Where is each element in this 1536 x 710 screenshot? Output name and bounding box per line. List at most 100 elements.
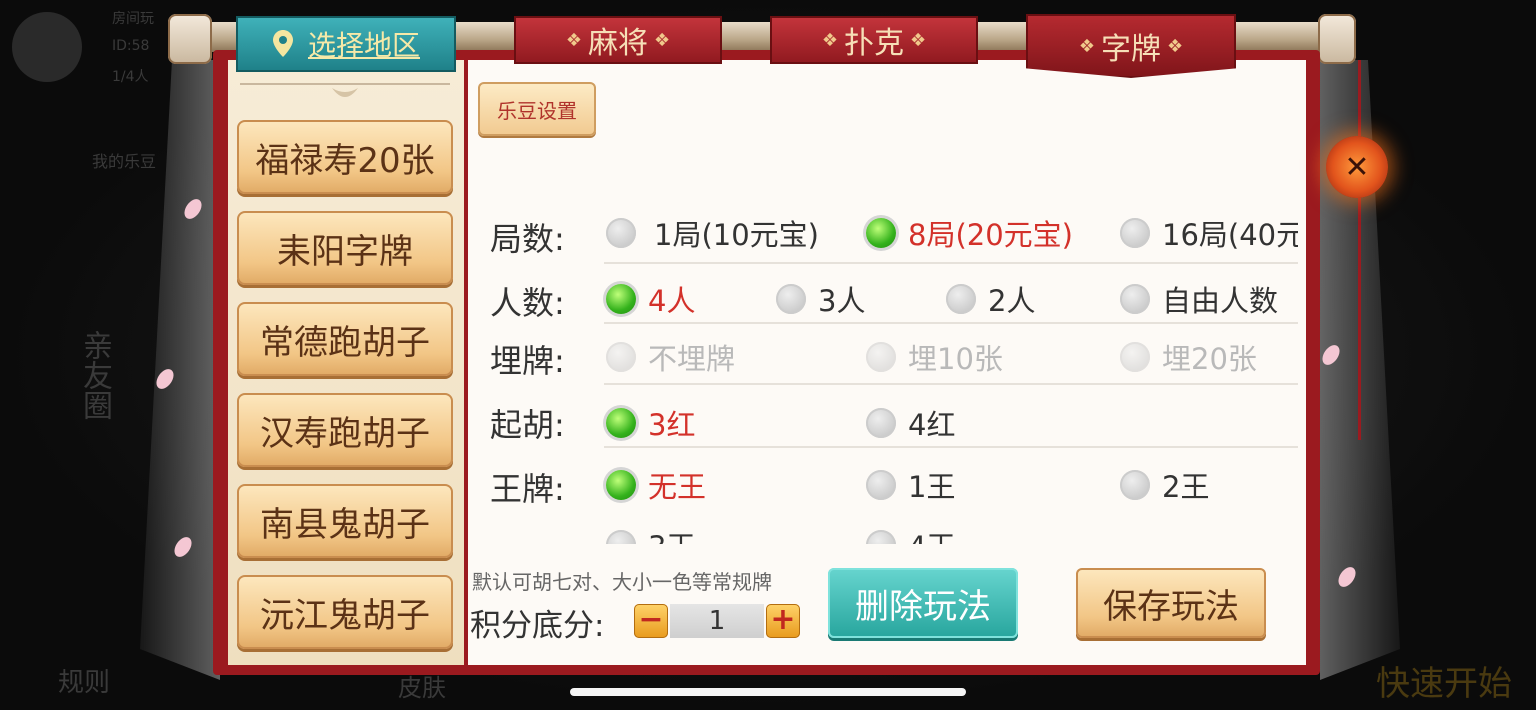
radio-checked-icon — [866, 218, 896, 248]
bg-back-button — [12, 12, 82, 82]
row-separator — [604, 383, 1298, 385]
radio-icon — [606, 218, 636, 248]
radio-checked-icon — [606, 284, 636, 314]
radio-checked-icon — [606, 408, 636, 438]
bg-circle-text: 亲友圈 — [77, 330, 112, 420]
king-option-1[interactable]: 1王 — [866, 464, 955, 506]
players-option-2[interactable]: 2人 — [946, 278, 1035, 320]
bury-option-none[interactable]: 不埋牌 — [606, 336, 735, 378]
divider-ornament — [240, 83, 450, 97]
game-button-yuanjiang[interactable]: 沅江鬼胡子 — [237, 575, 453, 649]
tassel-decoration — [1358, 60, 1361, 440]
tab-select-region-label: 选择地区 — [307, 29, 420, 62]
game-button-fulushou[interactable]: 福禄寿20张 — [237, 120, 453, 194]
rules-hint-text: 默认可胡七对、大小一色等常规牌 — [472, 570, 772, 594]
option-label: 2人 — [988, 284, 1036, 318]
close-button[interactable]: ✕ — [1326, 136, 1388, 198]
score-minus-button[interactable]: − — [634, 604, 668, 638]
radio-icon — [776, 284, 806, 314]
radio-icon — [606, 342, 636, 372]
scroll-left-cap — [168, 14, 212, 64]
tab-zipai[interactable]: ❖ 字牌 ❖ — [1026, 14, 1236, 78]
tab-mahjong[interactable]: ❖ 麻将 ❖ — [514, 16, 722, 64]
ornament-icon: ❖ — [910, 29, 927, 51]
score-plus-button[interactable]: + — [766, 604, 800, 638]
row-separator — [604, 262, 1298, 264]
option-label: 不埋牌 — [648, 342, 736, 376]
radio-icon — [866, 342, 896, 372]
save-rules-button[interactable]: 保存玩法 — [1076, 568, 1266, 638]
bury-option-20[interactable]: 埋20张 — [1120, 336, 1257, 378]
king-label: 王牌: — [490, 470, 565, 508]
game-button-nanxian[interactable]: 南县鬼胡子 — [237, 484, 453, 558]
bg-count-text: 1/4人 — [112, 69, 149, 85]
radio-icon — [866, 408, 896, 438]
bg-room-text: 房间玩 — [112, 11, 154, 27]
option-label: 3王 — [648, 524, 695, 544]
qihu-option-3[interactable]: 3红 — [606, 402, 695, 444]
rounds-option-1[interactable]: 1局(10元宝) — [606, 212, 819, 254]
option-label: 3人 — [818, 284, 866, 318]
row-separator — [604, 322, 1298, 324]
option-label: 16局(40元 — [1162, 218, 1298, 252]
radio-icon — [866, 530, 896, 544]
king-option-3[interactable]: 3王 — [606, 524, 695, 544]
delete-rules-button[interactable]: 删除玩法 — [828, 568, 1018, 638]
option-label: 自由人数 — [1162, 284, 1279, 318]
ornament-icon: ❖ — [1167, 35, 1184, 57]
bury-label: 埋牌: — [490, 342, 565, 380]
king-option-4[interactable]: 4王 — [866, 524, 955, 544]
option-label: 4王 — [908, 524, 955, 544]
tab-poker-label: 扑克 — [844, 26, 904, 61]
ornament-icon: ❖ — [565, 29, 582, 51]
bg-quick-start-text: 快速开始 — [1376, 664, 1512, 704]
option-label: 4人 — [648, 284, 696, 318]
option-label: 1王 — [908, 470, 956, 504]
tab-select-region[interactable]: 选择地区 — [236, 16, 456, 72]
qihu-option-4[interactable]: 4红 — [866, 402, 955, 444]
players-option-4[interactable]: 4人 — [606, 278, 695, 320]
radio-icon — [946, 284, 976, 314]
tab-mahjong-label: 麻将 — [588, 26, 648, 61]
ledou-settings-button[interactable]: 乐豆设置 — [478, 82, 596, 136]
players-label: 人数: — [490, 284, 565, 322]
bg-ledou-text: 我的乐豆 — [92, 152, 157, 171]
tab-poker[interactable]: ❖ 扑克 ❖ — [770, 16, 978, 64]
game-button-hanshou[interactable]: 汉寿跑胡子 — [237, 393, 453, 467]
qihu-label: 起胡: — [490, 406, 565, 444]
players-option-3[interactable]: 3人 — [776, 278, 865, 320]
rounds-option-16[interactable]: 16局(40元 — [1120, 212, 1298, 254]
option-label: 埋10张 — [908, 342, 1003, 376]
radio-icon — [1120, 218, 1150, 248]
ornament-icon: ❖ — [821, 29, 838, 51]
score-value: 1 — [670, 604, 764, 638]
score-base-label: 积分底分: — [470, 608, 605, 644]
ornament-icon: ❖ — [654, 29, 671, 51]
close-icon: ✕ — [1344, 149, 1370, 185]
radio-icon — [1120, 342, 1150, 372]
home-indicator — [570, 688, 966, 696]
bg-id-text: ID:58 — [112, 38, 150, 54]
radio-icon — [1120, 284, 1150, 314]
game-label: 常德跑胡子 — [260, 322, 430, 363]
bg-rule-text: 规则 — [58, 668, 111, 698]
option-label: 8局(20元宝) — [908, 218, 1073, 252]
option-label: 3红 — [648, 408, 696, 442]
option-label: 无王 — [648, 470, 707, 504]
king-option-none[interactable]: 无王 — [606, 464, 706, 506]
rounds-option-8[interactable]: 8局(20元宝) — [866, 212, 1073, 254]
option-label: 4红 — [908, 408, 956, 442]
king-option-2[interactable]: 2王 — [1120, 464, 1209, 506]
game-button-leiyang[interactable]: 耒阳字牌 — [237, 211, 453, 285]
bury-option-10[interactable]: 埋10张 — [866, 336, 1003, 378]
ornament-icon: ❖ — [1078, 35, 1095, 57]
players-option-free[interactable]: 自由人数 — [1120, 278, 1278, 320]
radio-icon — [1120, 470, 1150, 500]
tab-zipai-label: 字牌 — [1101, 32, 1161, 67]
game-button-changde[interactable]: 常德跑胡子 — [237, 302, 453, 376]
options-scroll-clip: 3王 4王 — [468, 520, 1306, 544]
option-label: 1局(10元宝) — [654, 218, 819, 252]
rounds-label: 局数: — [490, 220, 565, 258]
radio-icon — [866, 470, 896, 500]
radio-checked-icon — [606, 470, 636, 500]
